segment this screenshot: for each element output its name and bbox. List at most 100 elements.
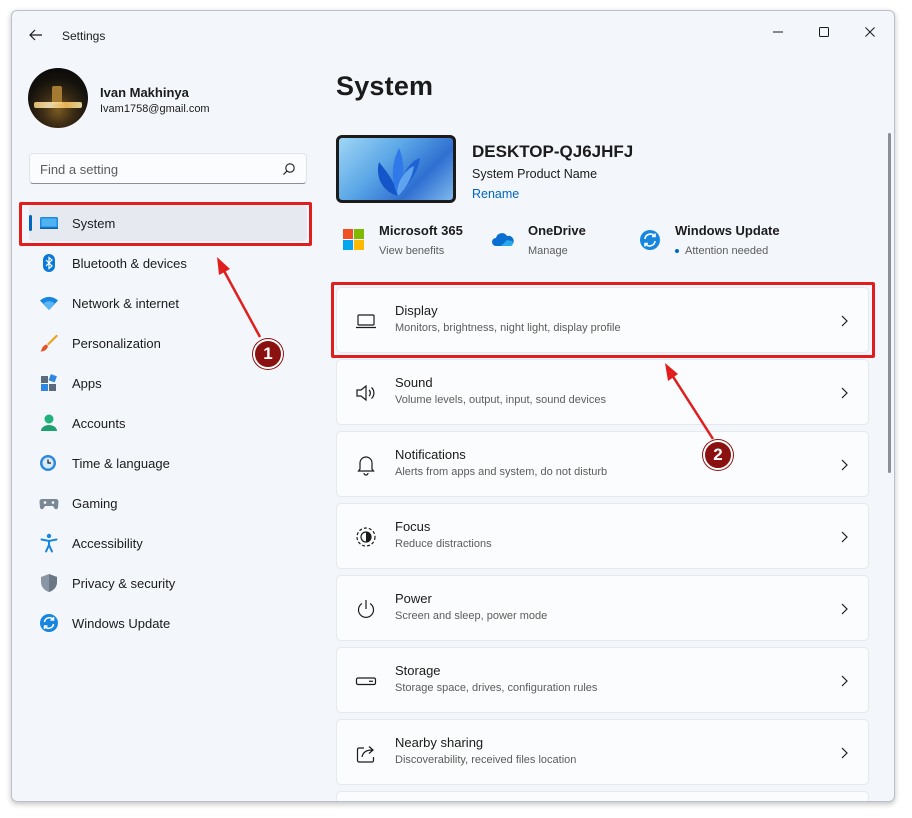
windows-bloom-wallpaper — [377, 148, 420, 196]
clock-globe-icon — [40, 455, 56, 471]
rename-link[interactable]: Rename — [472, 187, 519, 201]
card-title: Storage — [395, 663, 441, 678]
paintbrush-icon — [40, 334, 58, 352]
microsoft-logo-icon — [343, 229, 364, 250]
sidebar-item-label: Personalization — [72, 336, 161, 351]
close-button[interactable] — [850, 17, 890, 47]
quick-link-subtitle: Attention needed — [675, 245, 768, 257]
share-icon — [356, 746, 375, 763]
search-icon[interactable] — [282, 162, 296, 176]
search-input[interactable] — [40, 160, 270, 178]
sidebar-item-accounts[interactable]: Accounts — [29, 405, 307, 441]
speaker-icon — [356, 384, 375, 402]
device-thumbnail — [336, 135, 456, 203]
settings-card-storage[interactable]: Storage Storage space, drives, configura… — [336, 647, 869, 713]
attention-text: Attention needed — [685, 245, 769, 257]
power-icon — [357, 600, 375, 618]
card-title: Notifications — [395, 447, 466, 462]
annotation-badge-1: 1 — [253, 339, 283, 369]
sidebar-item-apps[interactable]: Apps — [29, 365, 307, 401]
sidebar-item-privacy-security[interactable]: Privacy & security — [29, 565, 307, 601]
quick-link-subtitle: View benefits — [379, 245, 445, 257]
card-title: Display — [395, 303, 438, 318]
bluetooth-icon — [43, 254, 55, 272]
minimize-button[interactable] — [758, 17, 798, 47]
profile-email: Ivam1758@gmail.com — [100, 103, 210, 115]
wifi-icon — [40, 296, 58, 310]
sidebar-item-accessibility[interactable]: Accessibility — [29, 525, 307, 561]
chevron-right-icon — [841, 459, 848, 471]
title-bar: Settings — [12, 11, 894, 59]
card-title: Power — [395, 591, 432, 606]
accessibility-icon — [40, 533, 58, 553]
shield-icon — [41, 574, 57, 592]
sidebar-item-label: Accessibility — [72, 536, 143, 551]
system-display-icon — [40, 217, 58, 229]
scrollbar[interactable] — [888, 133, 891, 473]
settings-card-sound[interactable]: Sound Volume levels, output, input, soun… — [336, 359, 869, 425]
apps-icon — [41, 374, 57, 391]
sidebar-item-label: Apps — [72, 376, 102, 391]
sidebar-item-label: System — [72, 216, 116, 231]
status-dot — [675, 249, 679, 254]
quick-link-title: OneDrive — [528, 223, 586, 238]
card-subtitle: Volume levels, output, input, sound devi… — [395, 394, 606, 406]
avatar[interactable] — [28, 68, 88, 128]
quick-link-subtitle: Manage — [528, 245, 568, 257]
maximize-button[interactable] — [804, 17, 844, 47]
settings-card-power[interactable]: Power Screen and sleep, power mode — [336, 575, 869, 641]
sidebar-item-label: Accounts — [72, 416, 126, 431]
sidebar-item-windows-update[interactable]: Windows Update — [29, 605, 307, 641]
sidebar-item-label: Network & internet — [72, 296, 179, 311]
page-title: System — [336, 71, 434, 101]
card-subtitle: Alerts from apps and system, do not dist… — [395, 466, 608, 478]
close-icon — [865, 27, 875, 37]
sidebar-item-system[interactable]: System — [29, 205, 307, 241]
device-name: DESKTOP-QJ6JHFJ — [472, 142, 634, 161]
card-subtitle: Reduce distractions — [395, 538, 492, 550]
bell-icon — [357, 456, 375, 476]
card-subtitle: Monitors, brightness, night light, displ… — [395, 322, 621, 334]
maximize-icon — [819, 27, 829, 37]
card-title: Focus — [395, 519, 431, 534]
selection-indicator — [29, 215, 32, 231]
chevron-right-icon — [841, 387, 848, 399]
annotation-badge-2: 2 — [703, 440, 733, 470]
sidebar-item-gaming[interactable]: Gaming — [29, 485, 307, 521]
drive-icon — [355, 677, 377, 686]
settings-card-display[interactable]: Display Monitors, brightness, night ligh… — [336, 287, 869, 353]
chevron-right-icon — [841, 603, 848, 615]
settings-card-notifications[interactable]: Notifications Alerts from apps and syste… — [336, 431, 869, 497]
sidebar-item-label: Time & language — [72, 456, 170, 471]
card-title: Nearby sharing — [395, 735, 484, 750]
profile-name: Ivan Makhinya — [100, 85, 189, 100]
settings-card-focus[interactable]: Focus Reduce distractions — [336, 503, 869, 569]
settings-card-partial[interactable] — [336, 791, 869, 801]
sidebar-item-label: Gaming — [72, 496, 118, 511]
settings-card-nearby-sharing[interactable]: Nearby sharing Discoverability, received… — [336, 719, 869, 785]
card-subtitle: Storage space, drives, configuration rul… — [395, 682, 598, 694]
onedrive-cloud-icon — [492, 233, 514, 246]
sidebar-item-network[interactable]: Network & internet — [29, 285, 307, 321]
window-title: Settings — [62, 29, 106, 43]
search-box[interactable] — [29, 153, 307, 184]
device-model: System Product Name — [472, 167, 598, 181]
card-title: Sound — [395, 375, 433, 390]
gamepad-icon — [39, 499, 59, 510]
quick-link-title: Windows Update — [675, 223, 780, 238]
quick-link-title: Microsoft 365 — [379, 223, 463, 238]
sidebar-item-label: Windows Update — [72, 616, 171, 631]
person-icon — [41, 414, 57, 431]
back-arrow-icon — [29, 29, 42, 41]
focus-icon — [356, 527, 376, 547]
minimize-icon — [773, 31, 783, 33]
update-icon — [640, 230, 660, 250]
back-button[interactable] — [26, 25, 46, 45]
settings-window: Settings Ivan Makhinya Ivam1758@gmail.co… — [11, 10, 895, 802]
sidebar-item-label: Privacy & security — [72, 576, 176, 591]
sidebar-item-bluetooth[interactable]: Bluetooth & devices — [29, 245, 307, 281]
sidebar-item-time-language[interactable]: Time & language — [29, 445, 307, 481]
update-icon — [40, 614, 58, 632]
chevron-right-icon — [841, 675, 848, 687]
card-subtitle: Screen and sleep, power mode — [395, 610, 548, 622]
